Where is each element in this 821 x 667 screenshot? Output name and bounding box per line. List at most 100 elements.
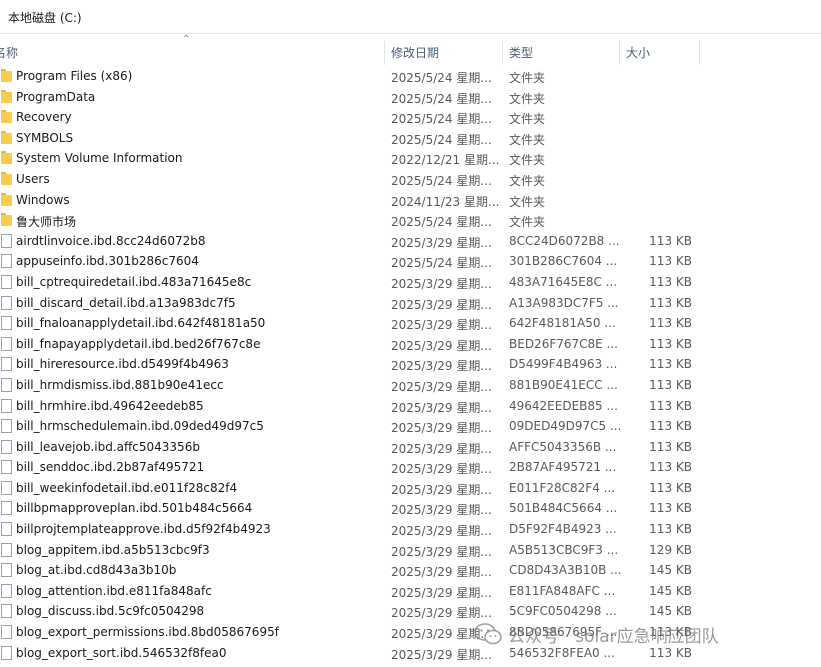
file-row[interactable]: bill_hrmschedulemain.ibd.09ded49d97c5 202… [0,416,821,437]
folder-row[interactable]: Windows 2024/11/23 星期... 文件夹 [0,190,821,211]
modified-date: 2025/5/24 星期... [391,173,492,188]
file-list: Program Files (x86) 2025/5/24 星期... 文件夹 Pro… [0,66,821,663]
file-row[interactable]: bill_hrmdismiss.ibd.881b90e41ecc 2025/3/2… [0,375,821,396]
file-type: AFFC5043356B ... [509,439,617,454]
column-divider[interactable] [384,41,385,65]
file-row[interactable]: airdtlinvoice.ibd.8cc24d6072b8 2025/3/29 … [0,231,821,252]
file-icon [1,480,12,495]
file-icon [1,645,12,660]
column-divider[interactable] [699,41,700,65]
file-name: bill_hrmdismiss.ibd.881b90e41ecc [16,377,224,392]
folder-row[interactable]: SYMBOLS 2025/5/24 星期... 文件夹 [0,128,821,149]
watermark: 公众号 · solar应急响应团队 [474,619,719,649]
modified-date: 2025/3/29 星期... [391,318,492,333]
modified-date: 2025/3/29 星期... [391,359,492,374]
folder-icon [1,69,12,83]
file-name: ProgramData [16,89,96,104]
file-name: Windows [16,192,70,207]
file-row[interactable]: blog_appitem.ibd.a5b513cbc9f3 2025/3/29 星… [0,540,821,561]
file-type: 文件夹 [509,153,546,168]
file-type: BED26F767C8E ... [509,336,618,351]
file-row[interactable]: bill_fnaloanapplydetail.ibd.642f48181a50… [0,313,821,334]
modified-date: 2025/3/29 星期... [391,544,492,559]
modified-date: 2025/5/24 星期... [391,215,492,230]
file-size: 113 KB [649,398,692,413]
file-name: bill_hrmschedulemain.ibd.09ded49d97c5 [16,419,264,434]
file-icon [1,522,12,537]
file-type: 文件夹 [509,173,546,188]
address-bar[interactable]: 本地磁盘 (C:) [0,0,821,34]
modified-date: 2025/5/24 星期... [391,71,492,85]
file-name: bill_hireresource.ibd.d5499f4b4963 [16,357,229,372]
file-row[interactable]: billbpmapproveplan.ibd.501b484c5664 2025/… [0,498,821,519]
file-icon [1,274,12,289]
file-type: 09DED49D97C5 ... [509,419,622,434]
column-header-name[interactable]: 名称 [0,38,18,66]
folder-row[interactable]: Recovery 2025/5/24 星期... 文件夹 [0,107,821,128]
folder-row[interactable]: 鲁大师市场 2025/5/24 星期... 文件夹 [0,210,821,231]
file-row[interactable]: bill_weekinfodetail.ibd.e011f28c82f4 2025… [0,478,821,499]
file-icon [1,254,12,269]
file-name: 鲁大师市场 [16,215,77,230]
file-row[interactable]: bill_cptrequiredetail.ibd.483a71645e8c 20… [0,272,821,293]
file-name: System Volume Information [16,151,183,166]
column-header-type[interactable]: 类型 [509,38,533,66]
modified-date: 2022/12/21 星期... [391,153,500,168]
file-row[interactable]: appuseinfo.ibd.301b286c7604 2025/5/24 星期.… [0,251,821,272]
file-row[interactable]: bill_fnapayapplydetail.ibd.bed26f767c8e 2… [0,334,821,355]
file-name: appuseinfo.ibd.301b286c7604 [16,254,199,269]
sort-ascending-icon: ⌃ [182,34,191,45]
folder-icon [1,110,12,124]
file-type: 文件夹 [509,215,546,230]
file-size: 113 KB [649,295,692,310]
folder-row[interactable]: Program Files (x86) 2025/5/24 星期... 文件夹 [0,66,821,87]
file-row[interactable]: bill_senddoc.ibd.2b87af495721 2025/3/29 星… [0,457,821,478]
folder-icon [1,192,12,207]
file-type: 49642EEDEB85 ... [509,398,618,413]
folder-icon [1,213,12,227]
file-row[interactable]: blog_attention.ibd.e811fa848afc 2025/3/29… [0,581,821,602]
file-icon [1,316,12,331]
file-name: bill_cptrequiredetail.ibd.483a71645e8c [16,274,252,289]
folder-row[interactable]: ProgramData 2025/5/24 星期... 文件夹 [0,87,821,108]
file-icon [1,583,12,598]
column-divider[interactable] [502,41,503,65]
file-name: blog_export_sort.ibd.546532f8fea0 [16,645,227,660]
file-icon [1,501,12,516]
file-icon [1,398,12,413]
file-row[interactable]: bill_hireresource.ibd.d5499f4b4963 2025/3… [0,354,821,375]
file-size: 145 KB [649,563,692,578]
file-type: 881B90E41ECC ... [509,377,618,392]
file-row[interactable]: billprojtemplateapprove.ibd.d5f92f4b4923… [0,519,821,540]
modified-date: 2025/3/29 星期... [391,400,492,415]
folder-icon [1,151,12,165]
file-name: Recovery [16,110,72,125]
file-type: 文件夹 [509,194,546,209]
column-header-date[interactable]: 修改日期 [391,38,439,66]
file-row[interactable]: bill_discard_detail.ibd.a13a983dc7f5 2025… [0,293,821,314]
file-row[interactable]: blog_at.ibd.cd8d43a3b10b 2025/3/29 星期... C… [0,560,821,581]
folder-icon [1,171,12,186]
file-type: CD8D43A3B10B ... [509,563,622,578]
modified-date: 2025/3/29 星期... [391,462,492,477]
file-icon [1,377,12,392]
file-row[interactable]: bill_hrmhire.ibd.49642eedeb85 2025/3/29 星… [0,396,821,417]
breadcrumb[interactable]: 本地磁盘 (C:) [8,9,82,26]
file-type: D5F92F4B4923 ... [509,522,617,537]
column-header-size[interactable]: 大小 [626,38,650,66]
wechat-icon [474,623,502,645]
folder-row[interactable]: Users 2025/5/24 星期... 文件夹 [0,169,821,190]
file-icon [1,604,12,619]
folder-icon [1,89,12,104]
file-name: airdtlinvoice.ibd.8cc24d6072b8 [16,233,206,248]
file-name: bill_leavejob.ibd.affc5043356b [16,439,200,454]
column-divider[interactable] [619,41,620,65]
file-size: 113 KB [649,336,692,351]
file-row[interactable]: bill_leavejob.ibd.affc5043356b 2025/3/29 … [0,437,821,458]
folder-row[interactable]: System Volume Information 2022/12/21 星期..… [0,148,821,169]
modified-date: 2025/3/29 星期... [391,585,492,600]
file-name: blog_at.ibd.cd8d43a3b10b [16,563,177,578]
file-icon [1,419,12,434]
file-size: 145 KB [649,604,692,619]
file-name: blog_appitem.ibd.a5b513cbc9f3 [16,542,210,557]
